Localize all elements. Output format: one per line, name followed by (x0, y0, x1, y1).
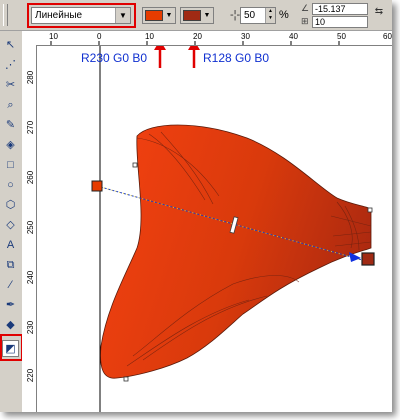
gradient-end-handle (361, 252, 375, 266)
ellipse-tool-icon[interactable]: ○ (2, 177, 19, 194)
angle-input[interactable]: -15.137 (312, 3, 368, 15)
outline-tool-icon[interactable]: ✒ (2, 297, 19, 314)
drawing-canvas[interactable]: R230 G0 B0 R128 G0 B0 (37, 46, 392, 412)
ruler-label: 270 (26, 120, 36, 135)
midpoint-value: 50 (244, 10, 256, 21)
end-color-picker[interactable]: ▼ (180, 7, 214, 24)
annotation-arrows (154, 46, 200, 68)
crop-tool-icon[interactable]: ✂ (2, 77, 19, 94)
fill-tool-icon[interactable]: ◆ (2, 317, 19, 334)
copy-properties-icon[interactable]: ⇆ (372, 5, 386, 19)
start-color-swatch (145, 10, 163, 21)
pick-tool-icon[interactable]: ↖ (2, 37, 19, 54)
vertical-ruler[interactable]: 280 270 260 250 240 230 220 (22, 45, 37, 412)
ruler-label: 280 (26, 70, 36, 85)
end-color-swatch (183, 10, 201, 21)
node-handle (132, 162, 138, 168)
chevron-down-icon[interactable]: ▼ (164, 9, 174, 22)
chevron-down-icon[interactable]: ▼ (202, 9, 212, 22)
edge-pad-input[interactable]: 10 (312, 16, 368, 28)
midpoint-input[interactable]: 50 ▲ ▼ (240, 7, 276, 24)
rectangle-tool-icon[interactable]: □ (2, 157, 19, 174)
gradient-start-handle (91, 180, 103, 192)
app-window: Линейные ▼ ▼ ▼ -¦- 50 ▲ ▼ % ∠ -15.137 ⊞ 1… (0, 0, 392, 412)
end-color-annotation: R128 G0 B0 (203, 51, 270, 65)
ruler-label: 220 (26, 368, 36, 383)
angle-icon: ∠ (301, 3, 310, 13)
ruler-label: 250 (26, 220, 36, 235)
node-handle (123, 376, 129, 382)
shape-object (100, 124, 372, 379)
node-handle (367, 207, 373, 213)
interactive-fill-highlight (0, 334, 23, 361)
ruler-label: 240 (26, 270, 36, 285)
freehand-tool-icon[interactable]: ✎ (2, 117, 19, 134)
ruler-ticks (50, 41, 340, 45)
ruler-label: 230 (26, 320, 36, 335)
fill-type-highlight (27, 3, 136, 28)
edge-pad-value: 10 (315, 17, 326, 27)
smart-fill-tool-icon[interactable]: ◈ (2, 137, 19, 154)
toolbar-grip[interactable] (3, 4, 8, 26)
toolbox: ↖ ⋰ ✂ ⌕ ✎ ◈ □ ○ ⬡ ◇ A ⧉ ⁄ ✒ ◆ ◩ (0, 31, 23, 412)
angle-value: -15.137 (315, 4, 346, 14)
basic-shapes-tool-icon[interactable]: ◇ (2, 217, 19, 234)
property-bar: Линейные ▼ ▼ ▼ -¦- 50 ▲ ▼ % ∠ -15.137 ⊞ 1… (0, 0, 392, 31)
zoom-tool-icon[interactable]: ⌕ (2, 97, 19, 114)
spinner-arrows[interactable]: ▲ ▼ (265, 8, 275, 23)
shape-tool-icon[interactable]: ⋰ (2, 57, 19, 74)
start-color-annotation: R230 G0 B0 (81, 51, 148, 65)
percent-sign: % (279, 9, 289, 21)
start-color-picker[interactable]: ▼ (142, 7, 176, 24)
eyedropper-tool-icon[interactable]: ⁄ (2, 277, 19, 294)
horizontal-ruler[interactable]: 10 0 10 20 30 40 50 60 (37, 31, 392, 46)
edge-pad-icon: ⊞ (301, 16, 309, 26)
polygon-tool-icon[interactable]: ⬡ (2, 197, 19, 214)
ruler-corner[interactable] (22, 31, 38, 46)
blend-tool-icon[interactable]: ⧉ (2, 257, 19, 274)
ruler-label: 260 (26, 170, 36, 185)
midpoint-icon: -¦- (230, 9, 241, 21)
text-tool-icon[interactable]: A (2, 237, 19, 254)
canvas-drawing (91, 46, 375, 412)
